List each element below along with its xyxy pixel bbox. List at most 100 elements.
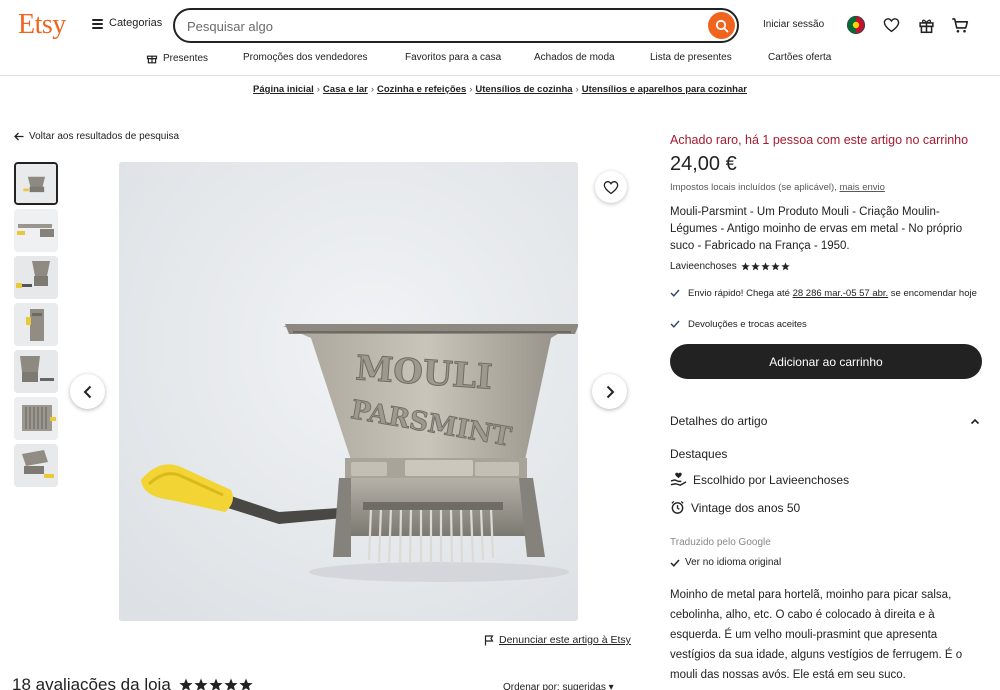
rare-find-notice: Achado raro, há 1 pessoa com este artigo…	[670, 133, 969, 147]
nav-label: Presentes	[163, 52, 209, 64]
thumbnail[interactable]	[14, 256, 58, 299]
highlight-curated: Escolhido por Lavieenchoses	[670, 472, 849, 487]
heart-icon	[603, 180, 619, 194]
check-icon	[670, 318, 680, 332]
view-original-language[interactable]: Ver no idioma original	[670, 557, 985, 568]
details-heading: Detalhes do artigo	[670, 414, 768, 428]
breadcrumb-link[interactable]: Utensílios e aparelhos para cozinhar	[582, 84, 747, 95]
clock-icon	[671, 500, 684, 514]
chevron-up-icon	[970, 418, 980, 424]
thumbnail[interactable]	[14, 209, 58, 252]
sign-in-link[interactable]: Iniciar sessão	[763, 19, 824, 30]
nav-presentes[interactable]: Presentes	[146, 52, 208, 64]
next-image-button[interactable]	[592, 374, 627, 409]
tax-note-text: Impostos locais incluídos (se aplicável)…	[670, 182, 840, 193]
nav-achados-moda[interactable]: Achados de moda	[534, 52, 615, 63]
sort-label: Ordenar por: sugeridas	[503, 682, 606, 690]
back-link-label: Voltar aos resultados de pesquisa	[29, 131, 180, 142]
highlights-heading: Destaques	[670, 447, 728, 461]
add-to-cart-button[interactable]: Adicionar ao carrinho	[670, 344, 982, 379]
thumbnail[interactable]	[14, 350, 58, 393]
flag-icon	[484, 634, 494, 645]
review-stars	[179, 678, 253, 690]
star-icon	[780, 262, 790, 271]
seller-info: Lavieenchoses	[670, 261, 985, 272]
star-icon	[760, 262, 770, 271]
star-icon	[194, 678, 208, 690]
check-icon	[670, 287, 680, 301]
thumbnail[interactable]	[14, 397, 58, 440]
star-icon	[209, 678, 223, 690]
site-header: Etsy Categorias Iniciar sessão	[0, 0, 1000, 50]
image-thumbnails	[14, 162, 58, 491]
gift-icon[interactable]	[915, 14, 937, 36]
check-icon	[670, 558, 680, 567]
view-original-label: Ver no idioma original	[685, 557, 782, 568]
chevron-right-icon: ›	[575, 84, 579, 95]
search-bar	[173, 8, 739, 43]
thumbnail[interactable]	[14, 303, 58, 346]
search-icon	[715, 19, 728, 32]
flag-icon[interactable]	[845, 14, 867, 36]
item-details-toggle[interactable]: Detalhes do artigo	[670, 414, 980, 428]
returns-info: Devoluções e trocas aceites	[670, 318, 982, 332]
previous-image-button[interactable]	[70, 374, 105, 409]
star-icon	[770, 262, 780, 271]
search-input[interactable]	[187, 17, 687, 35]
thumbnail[interactable]	[14, 162, 58, 205]
nav-favoritos[interactable]: Favoritos para a casa	[405, 52, 501, 63]
breadcrumb-link[interactable]: Cozinha e refeições	[377, 84, 466, 95]
breadcrumb: Página inicial › Casa e lar › Cozinha e refe…	[0, 84, 1000, 95]
shipping-text: Envio rápido! Chega até 28 286 mar.-05 5…	[688, 287, 977, 301]
shipping-info: Envio rápido! Chega até 28 286 mar.-05 5…	[670, 287, 982, 301]
chevron-right-icon: ›	[316, 84, 320, 95]
report-label: Denunciar este artigo à Etsy	[499, 634, 631, 646]
highlight-vintage: Vintage dos anos 50	[670, 500, 800, 515]
categories-button[interactable]: Categorias	[92, 17, 162, 29]
report-item-link[interactable]: Denunciar este artigo à Etsy	[484, 634, 631, 646]
star-icon	[750, 262, 760, 271]
shipping-link[interactable]: mais envio	[840, 182, 885, 193]
tax-note: Impostos locais incluídos (se aplicável)…	[670, 182, 985, 193]
price: 24,00 €	[670, 153, 737, 175]
reviews-title: 18 avaliações da loja	[12, 675, 171, 690]
product-title: Mouli-Parsmint - Um Produto Mouli - Cria…	[670, 206, 963, 252]
chevron-right-icon: ›	[469, 84, 473, 95]
returns-text: Devoluções e trocas aceites	[688, 319, 807, 330]
nav-cartoes-oferta[interactable]: Cartões oferta	[768, 52, 831, 63]
star-icon	[224, 678, 238, 690]
chevron-right-icon: ›	[370, 84, 374, 95]
breadcrumb-link[interactable]: Página inicial	[253, 84, 314, 95]
highlight-vintage-label: Vintage dos anos 50	[691, 500, 801, 515]
shipping-dates[interactable]: 28 286 mar.-05 57 abr.	[793, 288, 889, 299]
star-icon	[179, 678, 193, 690]
chevron-right-icon	[606, 385, 614, 398]
menu-icon	[92, 18, 103, 29]
thumbnail[interactable]	[14, 444, 58, 487]
etsy-logo[interactable]: Etsy	[18, 9, 66, 41]
categories-label: Categorias	[109, 17, 163, 29]
arrow-left-icon	[14, 132, 24, 141]
seller-stars	[740, 262, 790, 271]
gift-icon	[146, 55, 158, 64]
shipping-suffix: se encomendar hoje	[888, 288, 977, 299]
breadcrumb-link[interactable]: Utensílios de cozinha	[475, 84, 572, 95]
nav-lista-presentes[interactable]: Lista de presentes	[650, 52, 732, 63]
seller-link[interactable]: Lavieenchoses	[670, 261, 737, 272]
cart-icon[interactable]	[949, 14, 971, 36]
chevron-left-icon	[83, 385, 91, 398]
favorite-button[interactable]	[595, 171, 627, 203]
product-description: Moinho de metal para hortelã, moinho par…	[670, 589, 963, 681]
sort-dropdown[interactable]: Ordenar por: sugeridas ▾	[503, 682, 614, 690]
heart-icon[interactable]	[880, 14, 902, 36]
hand-heart-icon	[670, 472, 687, 486]
nav-promocoes[interactable]: Promoções dos vendedores	[243, 52, 368, 63]
translation-note: Traduzido pelo Google	[670, 537, 771, 548]
highlight-curated-label: Escolhido por Lavieenchoses	[693, 472, 850, 487]
star-icon	[239, 678, 253, 690]
back-to-results-link[interactable]: Voltar aos resultados de pesquisa	[14, 131, 179, 142]
product-image[interactable]: MOULI PARSMINT	[119, 162, 578, 621]
search-button[interactable]	[708, 12, 735, 39]
breadcrumb-link[interactable]: Casa e lar	[323, 84, 368, 95]
caret-down-icon: ▾	[608, 682, 614, 690]
